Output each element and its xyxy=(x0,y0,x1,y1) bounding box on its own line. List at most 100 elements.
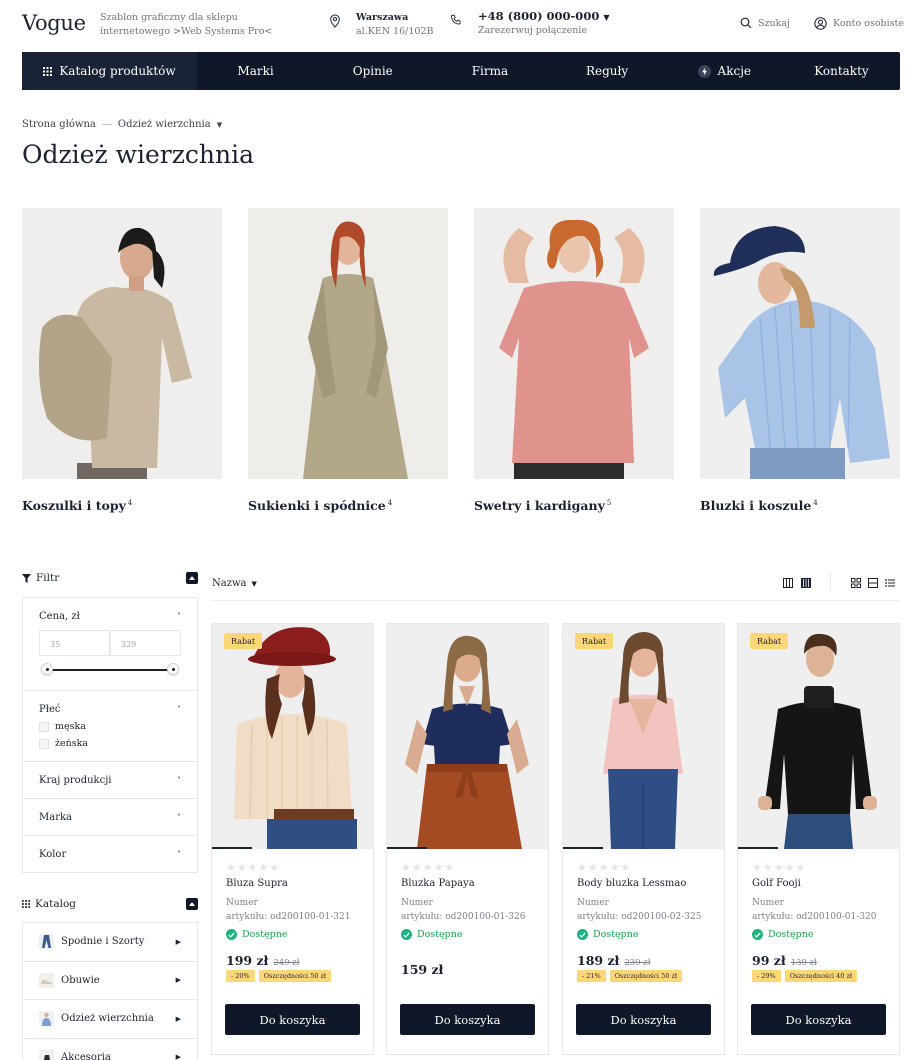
product-name[interactable]: Bluzka Papaya xyxy=(401,878,534,889)
filter-brand-section[interactable]: Marka ˅ xyxy=(23,799,197,836)
rating-stars[interactable]: ★ ★ ★ ★ ★ xyxy=(401,861,534,874)
catalog-item-outerwear[interactable]: Odzież wierzchnia ▶ xyxy=(23,1000,197,1039)
product-card[interactable]: ★ ★ ★ ★ ★ Bluzka Papaya Numer artykułu: od200… xyxy=(386,623,549,1055)
filter-brand-header[interactable]: Marka ˅ xyxy=(39,799,181,835)
nav-catalog-label: Katalog produktów xyxy=(59,64,176,78)
category-card[interactable]: Koszulki i topy 4 xyxy=(22,208,222,513)
product-card[interactable]: Rabat ★ ★ ★ ★ ★ Golf Fooji Numer artykułu: od… xyxy=(737,623,900,1055)
filter-price-section: Cena, zł ˄ 35 329 xyxy=(23,598,197,691)
product-card[interactable]: Rabat ★ ★ ★ ★ ★ Body bluzka Lessmao Numer art… xyxy=(562,623,725,1055)
catalog-item-accessories[interactable]: Akcesoria ▶ xyxy=(23,1039,197,1060)
filter-price-header[interactable]: Cena, zł ˄ xyxy=(39,598,181,634)
category-card[interactable]: Sukienki i spódnice 4 xyxy=(248,208,448,513)
nav-contacts[interactable]: Kontakty xyxy=(783,52,900,90)
product-name[interactable]: Body bluzka Lessmao xyxy=(577,878,710,889)
checkbox[interactable] xyxy=(39,738,49,749)
callback-link[interactable]: Zarezerwuj połączenie xyxy=(478,25,587,36)
price-max-input[interactable]: 329 xyxy=(110,630,181,656)
list-view-icon[interactable] xyxy=(885,578,895,588)
rows-view-icon[interactable] xyxy=(868,578,878,588)
product-image[interactable]: Rabat xyxy=(212,624,373,849)
filter-country-header[interactable]: Kraj produkcji ˅ xyxy=(39,762,181,798)
account-button[interactable]: Konto osobiste xyxy=(814,17,904,30)
category-label[interactable]: Koszulki i topy 4 xyxy=(22,498,222,513)
category-card[interactable]: Bluzki i koszule 4 xyxy=(700,208,900,513)
image-slider-indicator xyxy=(212,847,252,849)
price: 199 zł 249 zł xyxy=(226,953,359,968)
phone-number[interactable]: +48 (800) 000-000 ▼ xyxy=(478,9,609,23)
funnel-icon xyxy=(22,573,31,583)
product-image[interactable]: Rabat xyxy=(563,624,724,849)
category-image[interactable] xyxy=(474,208,674,479)
chevron-down-icon: ▼ xyxy=(251,579,257,588)
filter-color-header[interactable]: Kolor ˅ xyxy=(39,836,181,872)
gender-option-male[interactable]: męska xyxy=(39,718,181,735)
category-name: Swetry i kardigany xyxy=(474,498,605,513)
category-image[interactable] xyxy=(22,208,222,479)
slider-handle-max[interactable] xyxy=(167,663,179,675)
nav-promotions[interactable]: Akcje xyxy=(666,52,783,90)
chevron-down-icon: ˅ xyxy=(177,849,181,859)
price-slider[interactable] xyxy=(39,656,181,684)
store-location[interactable]: Warszawa al.KEN 16/102B xyxy=(356,11,434,39)
breadcrumb-current[interactable]: Odzież wierzchnia xyxy=(118,119,211,130)
category-label[interactable]: Bluzki i koszule 4 xyxy=(700,498,900,513)
checkbox[interactable] xyxy=(39,721,49,732)
product-card[interactable]: Rabat ★ ★ ★ ★ ★ Bluza Supra Numer artykułu: o… xyxy=(211,623,374,1055)
product-info: ★ ★ ★ ★ ★ Bluza Supra Numer artykułu: od20010… xyxy=(212,849,373,983)
catalog-collapse-button[interactable] xyxy=(186,898,198,910)
search-button[interactable]: Szukaj xyxy=(740,17,790,29)
nav-company[interactable]: Firma xyxy=(431,52,548,90)
filter-price-label: Cena, zł xyxy=(39,610,80,622)
category-label[interactable]: Sukienki i spódnice 4 xyxy=(248,498,448,513)
shoes-thumbnail xyxy=(39,972,54,988)
add-to-cart-button[interactable]: Do koszyka xyxy=(751,1004,886,1035)
category-label[interactable]: Swetry i kardigany 5 xyxy=(474,498,674,513)
product-number: Numer artykułu: od200100-01-326 xyxy=(401,896,534,924)
nav-reviews[interactable]: Opinie xyxy=(314,52,431,90)
slider-handle-min[interactable] xyxy=(41,663,53,675)
product-name[interactable]: Bluza Supra xyxy=(226,878,359,889)
add-to-cart-button[interactable]: Do koszyka xyxy=(576,1004,711,1035)
image-slider-indicator xyxy=(563,847,603,849)
nav-brands[interactable]: Marki xyxy=(197,52,314,90)
product-image[interactable] xyxy=(387,624,548,849)
three-columns-icon[interactable] xyxy=(783,578,793,588)
product-name[interactable]: Golf Fooji xyxy=(752,878,885,889)
star-icon: ★ xyxy=(609,861,620,874)
gender-option-female[interactable]: żeńska xyxy=(39,735,181,752)
filter-collapse-button[interactable] xyxy=(186,572,198,584)
logo[interactable]: Vogue xyxy=(22,11,86,35)
catalog-item-shoes[interactable]: Obuwie ▶ xyxy=(23,962,197,1000)
article-number: artykułu: od200100-02-325 xyxy=(577,912,702,922)
price-min-input[interactable]: 35 xyxy=(39,630,110,656)
sort-dropdown[interactable]: Nazwa ▼ xyxy=(212,578,257,589)
catalog-item-pants[interactable]: Spodnie i Szorty ▶ xyxy=(23,923,197,962)
checkmark-icon xyxy=(226,929,237,940)
filter-color-section[interactable]: Kolor ˅ xyxy=(23,836,197,872)
category-image[interactable] xyxy=(248,208,448,479)
price-tags: - 29% Oszczędności 40 zł xyxy=(752,970,885,982)
nav-rules[interactable]: Reguły xyxy=(549,52,666,90)
star-icon: ★ xyxy=(795,861,806,874)
rating-stars[interactable]: ★ ★ ★ ★ ★ xyxy=(577,861,710,874)
star-icon: ★ xyxy=(577,861,587,874)
product-image[interactable]: Rabat xyxy=(738,624,899,849)
grid-view-icon[interactable] xyxy=(851,578,861,588)
category-image[interactable] xyxy=(700,208,900,479)
price-tags: - 20% Oszczędności 50 zł xyxy=(226,970,359,982)
chevron-down-icon[interactable]: ▼ xyxy=(217,121,222,129)
rating-stars[interactable]: ★ ★ ★ ★ ★ xyxy=(226,861,359,874)
nav-reviews-label: Opinie xyxy=(352,64,393,78)
nav-catalog[interactable]: Katalog produktów xyxy=(22,52,197,90)
breadcrumb-home[interactable]: Strona główna xyxy=(22,119,96,130)
chevron-right-icon: ▶ xyxy=(175,976,181,985)
four-columns-icon[interactable] xyxy=(801,578,811,588)
checkmark-icon xyxy=(752,929,763,940)
search-icon xyxy=(740,17,752,29)
add-to-cart-button[interactable]: Do koszyka xyxy=(400,1004,535,1035)
add-to-cart-button[interactable]: Do koszyka xyxy=(225,1004,360,1035)
filter-country-section[interactable]: Kraj produkcji ˅ xyxy=(23,762,197,799)
category-card[interactable]: Swetry i kardigany 5 xyxy=(474,208,674,513)
rating-stars[interactable]: ★ ★ ★ ★ ★ xyxy=(752,861,885,874)
